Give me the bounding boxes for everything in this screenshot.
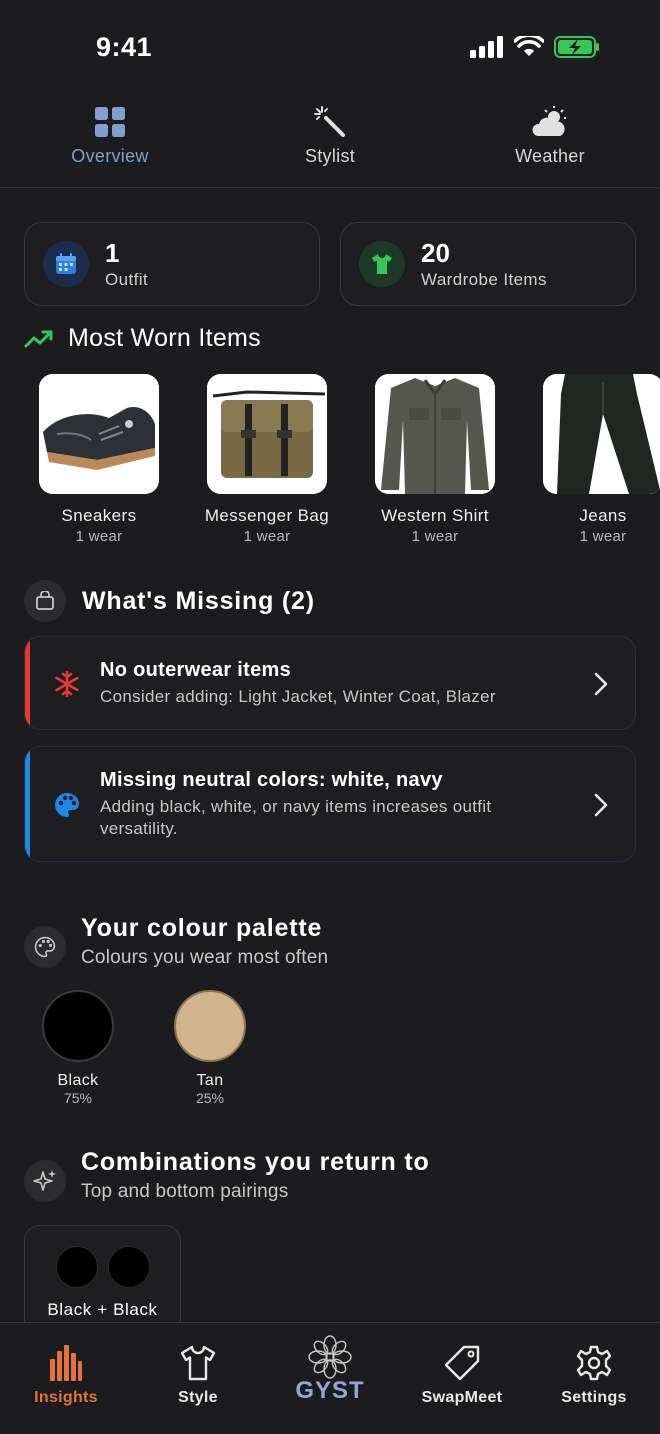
outfit-count-card[interactable]: 1 Outfit (24, 222, 320, 306)
combinations-header: Combinations you return to Top and botto… (24, 1148, 430, 1203)
outfit-count-value: 1 (105, 238, 120, 268)
status-icons (470, 36, 600, 58)
worn-item-sneakers[interactable]: Sneakers 1 wear (24, 374, 174, 545)
partly-cloudy-icon (532, 104, 568, 140)
flower-logo-icon (300, 1335, 360, 1379)
swatch-name: Tan (196, 1072, 224, 1089)
bottom-nav: Insights Style GYST SwapMeet Settings (0, 1322, 660, 1434)
worn-item-name: Sneakers (61, 506, 137, 525)
missing-header: What's Missing (2) (24, 580, 315, 622)
outfit-count-label: Outfit (105, 270, 149, 289)
palette-icon (53, 791, 81, 819)
tag-icon (442, 1343, 482, 1383)
tab-weather[interactable]: Weather (440, 104, 660, 187)
swatch-circle (42, 990, 114, 1062)
magic-wand-icon (312, 104, 348, 140)
missing-item-title: Missing neutral colors: white, navy (100, 769, 443, 791)
worn-item-messenger-bag[interactable]: Messenger Bag 1 wear (192, 374, 342, 545)
shopping-bag-icon (24, 580, 66, 622)
most-worn-header: Most Worn Items (24, 324, 261, 353)
worn-item-count: 1 wear (411, 528, 459, 545)
nav-insights[interactable]: Insights (0, 1323, 132, 1434)
tshirt-icon (178, 1343, 218, 1383)
combination-swatches (56, 1246, 150, 1288)
missing-neutral-colors-card[interactable]: Missing neutral colors: white, navy Addi… (24, 746, 636, 862)
worn-item-count: 1 wear (75, 528, 123, 545)
tab-stylist-label: Stylist (304, 146, 356, 166)
nav-style-label: Style (178, 1389, 218, 1406)
nav-style[interactable]: Style (132, 1323, 264, 1434)
chevron-right-icon (594, 793, 608, 817)
sneakers-image (39, 374, 159, 494)
tab-weather-label: Weather (515, 146, 585, 166)
nav-gyst-label: GYST (295, 1377, 365, 1404)
missing-title: What's Missing (2) (82, 586, 315, 615)
missing-item-desc: Consider adding: Light Jacket, Winter Co… (100, 687, 496, 706)
nav-swapmeet-label: SwapMeet (421, 1389, 503, 1406)
bottom-color-dot (108, 1246, 150, 1288)
grid-icon (92, 104, 128, 140)
worn-item-name: Western Shirt (381, 506, 489, 525)
palette-subtitle: Colours you wear most often (81, 947, 329, 968)
combination-label: Black + Black (47, 1300, 158, 1319)
calendar-icon (43, 241, 89, 287)
swatch-percent: 75% (63, 1090, 93, 1106)
worn-item-count: 1 wear (579, 528, 627, 545)
tshirt-icon (359, 241, 405, 287)
missing-outerwear-card[interactable]: No outerwear items Consider adding: Ligh… (24, 636, 636, 730)
nav-settings[interactable]: Settings (528, 1323, 660, 1434)
trending-up-icon (24, 330, 53, 347)
tab-stylist[interactable]: Stylist (220, 104, 440, 187)
top-tab-bar: Overview Stylist Weather (0, 104, 660, 188)
tab-overview[interactable]: Overview (0, 104, 220, 187)
status-bar: 9:41 (0, 0, 660, 96)
jeans-image (543, 374, 660, 494)
nav-insights-label: Insights (34, 1389, 98, 1406)
nav-swapmeet[interactable]: SwapMeet (396, 1323, 528, 1434)
worn-item-western-shirt[interactable]: Western Shirt 1 wear (360, 374, 510, 545)
nav-settings-label: Settings (561, 1389, 627, 1406)
swatch-name: Black (57, 1072, 99, 1089)
wifi-icon (514, 36, 544, 56)
swatch-percent: 25% (195, 1090, 225, 1106)
top-color-dot (56, 1246, 98, 1288)
worn-item-name: Jeans (579, 506, 627, 525)
gear-icon (574, 1343, 614, 1383)
snowflake-icon (53, 670, 81, 698)
palette-title: Your colour palette (81, 914, 323, 942)
battery-icon (554, 36, 599, 58)
tab-overview-label: Overview (71, 146, 149, 166)
combinations-subtitle: Top and bottom pairings (81, 1181, 289, 1202)
status-time: 9:41 (96, 32, 153, 62)
worn-item-name: Messenger Bag (204, 506, 330, 525)
palette-header: Your colour palette Colours you wear mos… (24, 914, 328, 969)
missing-item-title: No outerwear items (100, 659, 292, 681)
missing-item-desc: Adding black, white, or navy items incre… (100, 797, 492, 838)
wardrobe-count-card[interactable]: 20 Wardrobe Items (340, 222, 636, 306)
worn-item-count: 1 wear (243, 528, 291, 545)
nav-gyst[interactable]: GYST (264, 1323, 396, 1434)
swatch-tan[interactable]: Tan 25% (155, 990, 265, 1106)
bar-chart-icon (46, 1343, 86, 1383)
signal-icon (470, 36, 503, 58)
palette-icon (24, 926, 66, 968)
swatch-circle (174, 990, 246, 1062)
swatch-black[interactable]: Black 75% (23, 990, 133, 1106)
combinations-title: Combinations you return to (81, 1148, 430, 1176)
sparkles-icon (24, 1160, 66, 1202)
western-shirt-image (375, 374, 495, 494)
messenger-bag-image (207, 374, 327, 494)
chevron-right-icon (594, 672, 608, 696)
wardrobe-count-label: Wardrobe Items (421, 270, 547, 289)
most-worn-title: Most Worn Items (68, 324, 261, 352)
worn-item-jeans[interactable]: Jeans 1 wear (528, 374, 660, 545)
wardrobe-count-value: 20 (421, 238, 450, 268)
most-worn-list: Sneakers 1 wear Messenger Bag 1 wear Wes… (24, 374, 660, 554)
